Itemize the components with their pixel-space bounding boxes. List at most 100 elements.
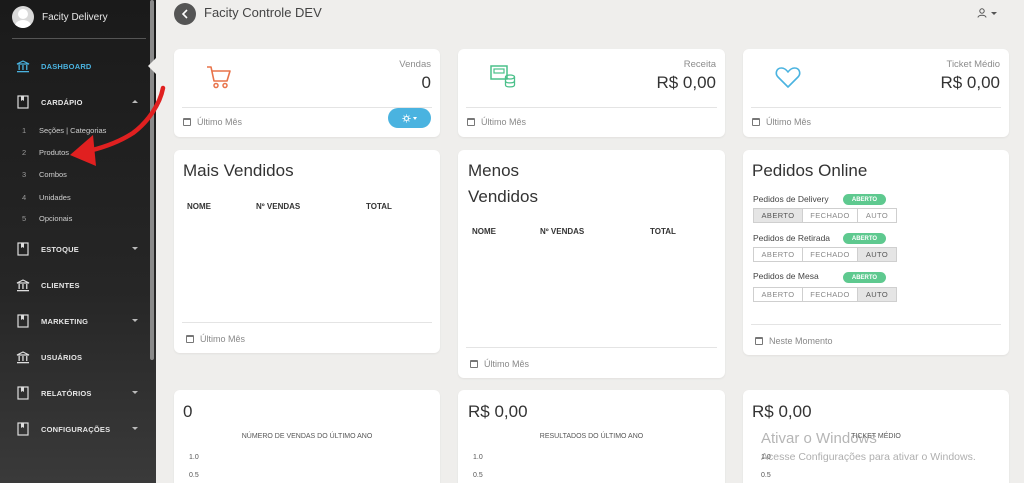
calendar-icon bbox=[755, 337, 763, 345]
sidebar-item-configuracoes[interactable]: CONFIGURAÇÕES bbox=[16, 419, 144, 439]
option-aberto[interactable]: ABERTO bbox=[753, 287, 803, 302]
menos-vendidos-card: Menos Vendidos NOME Nº VENDAS TOTAL Últi… bbox=[458, 150, 725, 378]
order-type-label: Pedidos de Mesa bbox=[753, 271, 819, 281]
stat-value: R$ 0,00 bbox=[940, 73, 1000, 92]
sidebar-item-label: USUÁRIOS bbox=[41, 352, 83, 362]
chevron-down-icon bbox=[132, 391, 138, 394]
option-fechado[interactable]: FECHADO bbox=[802, 247, 858, 262]
footer-label: Neste Momento bbox=[769, 336, 833, 346]
chevron-down-icon bbox=[991, 11, 997, 15]
stat-card-receita: Receita R$ 0,00 Último Mês bbox=[458, 49, 725, 137]
back-button[interactable] bbox=[174, 3, 196, 25]
option-aberto[interactable]: ABERTO bbox=[753, 208, 803, 223]
submenu-number: 5 bbox=[22, 213, 27, 223]
book-icon bbox=[16, 314, 30, 328]
bank-icon bbox=[16, 59, 30, 73]
calendar-icon bbox=[467, 118, 475, 126]
sidebar-item-label: DASHBOARD bbox=[41, 61, 92, 71]
card-footer: Último Mês bbox=[186, 334, 245, 344]
card-footer: Último Mês bbox=[752, 117, 811, 127]
submenu-item-produtos[interactable]: 2 Produtos bbox=[22, 145, 69, 159]
retirada-status-toggle: ABERTO FECHADO AUTO bbox=[753, 247, 897, 262]
option-fechado[interactable]: FECHADO bbox=[802, 208, 858, 223]
submenu-item-opcionais[interactable]: 5 Opcionais bbox=[22, 211, 72, 225]
sidebar-item-estoque[interactable]: ESTOQUE bbox=[16, 239, 144, 259]
order-type-label: Pedidos de Retirada bbox=[753, 233, 831, 243]
option-auto[interactable]: AUTO bbox=[857, 247, 897, 262]
footer-label: Último Mês bbox=[766, 117, 812, 127]
stat-label: Receita bbox=[683, 59, 716, 70]
avatar bbox=[12, 6, 34, 28]
cart-icon bbox=[206, 65, 232, 94]
option-fechado[interactable]: FECHADO bbox=[802, 287, 858, 302]
active-indicator bbox=[148, 58, 156, 74]
user-menu[interactable] bbox=[977, 8, 997, 18]
submenu-item-unidades[interactable]: 4 Unidades bbox=[22, 190, 71, 204]
chart-total: R$ 0,00 bbox=[468, 402, 528, 421]
chevron-up-icon bbox=[132, 100, 138, 103]
divider bbox=[182, 322, 432, 323]
card-footer: Último Mês bbox=[467, 117, 526, 127]
submenu-item-secoes[interactable]: 1 Seções | Categorias bbox=[22, 123, 133, 137]
book-icon bbox=[16, 386, 30, 400]
sidebar-item-label: CLIENTES bbox=[41, 280, 80, 290]
option-auto[interactable]: AUTO bbox=[857, 208, 897, 223]
footer-label: Último Mês bbox=[481, 117, 527, 127]
settings-dropdown-button[interactable] bbox=[388, 108, 431, 128]
y-tick-label: 1.0 bbox=[189, 454, 199, 461]
brand[interactable]: Facity Delivery bbox=[12, 6, 108, 28]
chevron-down-icon bbox=[132, 427, 138, 430]
windows-watermark-subtitle: Acesse Configurações para ativar o Windo… bbox=[761, 451, 976, 463]
submenu-number: 3 bbox=[22, 169, 27, 179]
delivery-status-toggle: ABERTO FECHADO AUTO bbox=[753, 208, 897, 223]
sidebar-item-usuarios[interactable]: USUÁRIOS bbox=[16, 347, 144, 367]
y-tick-label: 1.0 bbox=[473, 454, 483, 461]
card-title: Pedidos Online bbox=[752, 161, 868, 180]
chart-caption: RESULTADOS DO ÚLTIMO ANO bbox=[539, 433, 644, 440]
order-type-label: Pedidos de Delivery bbox=[753, 194, 829, 204]
bank-icon bbox=[16, 350, 30, 364]
footer-label: Último Mês bbox=[197, 117, 243, 127]
book-icon bbox=[16, 422, 30, 436]
sidebar-item-label: CONFIGURAÇÕES bbox=[41, 424, 111, 434]
chart-total: R$ 0,00 bbox=[752, 402, 812, 421]
calendar-icon bbox=[183, 118, 191, 126]
sidebar-item-relatorios[interactable]: RELATÓRIOS bbox=[16, 383, 144, 403]
sidebar-item-label: MARKETING bbox=[41, 316, 89, 326]
chevron-down-icon bbox=[132, 319, 138, 322]
sidebar-item-dashboard[interactable]: DASHBOARD bbox=[16, 56, 144, 76]
stat-value: R$ 0,00 bbox=[656, 73, 716, 92]
resultados-ano-chart-card: R$ 0,00 RESULTADOS DO ÚLTIMO ANO 1.0 0.5 bbox=[458, 390, 725, 483]
submenu-item-combos[interactable]: 3 Combos bbox=[22, 167, 67, 181]
sidebar-item-clientes[interactable]: CLIENTES bbox=[16, 275, 144, 295]
column-header: TOTAL bbox=[366, 202, 392, 211]
footer-label: Último Mês bbox=[484, 359, 530, 369]
divider bbox=[751, 324, 1001, 325]
status-badge: ABERTO bbox=[843, 272, 886, 283]
card-footer: Último Mês bbox=[470, 359, 529, 369]
pedidos-online-card: Pedidos Online Pedidos de Delivery ABERT… bbox=[743, 150, 1009, 355]
sidebar: Facity Delivery DASHBOARD CARDÁPIO 1 Seç… bbox=[0, 0, 156, 483]
calendar-icon bbox=[470, 360, 478, 368]
brand-name: Facity Delivery bbox=[42, 11, 108, 23]
sidebar-item-cardapio[interactable]: CARDÁPIO bbox=[16, 92, 144, 112]
column-header: Nº VENDAS bbox=[256, 202, 301, 211]
page-title: Facity Controle DEV bbox=[204, 5, 322, 20]
chevron-left-icon bbox=[181, 9, 188, 19]
column-header: NOME bbox=[187, 202, 211, 211]
option-aberto[interactable]: ABERTO bbox=[753, 247, 803, 262]
option-auto[interactable]: AUTO bbox=[857, 287, 897, 302]
card-footer: Neste Momento bbox=[755, 336, 833, 346]
sidebar-scrollbar[interactable] bbox=[150, 0, 154, 360]
y-tick-label: 0.5 bbox=[761, 472, 771, 479]
column-header: NOME bbox=[472, 227, 496, 236]
y-tick-label: 0.5 bbox=[189, 472, 199, 479]
sidebar-item-marketing[interactable]: MARKETING bbox=[16, 311, 144, 331]
column-header: TOTAL bbox=[650, 227, 676, 236]
cash-register-icon bbox=[489, 63, 517, 94]
calendar-icon bbox=[186, 335, 194, 343]
card-title: Vendidos bbox=[468, 187, 538, 206]
heart-icon bbox=[775, 65, 801, 94]
submenu-label: Combos bbox=[39, 169, 67, 179]
chevron-down-icon bbox=[132, 247, 138, 250]
